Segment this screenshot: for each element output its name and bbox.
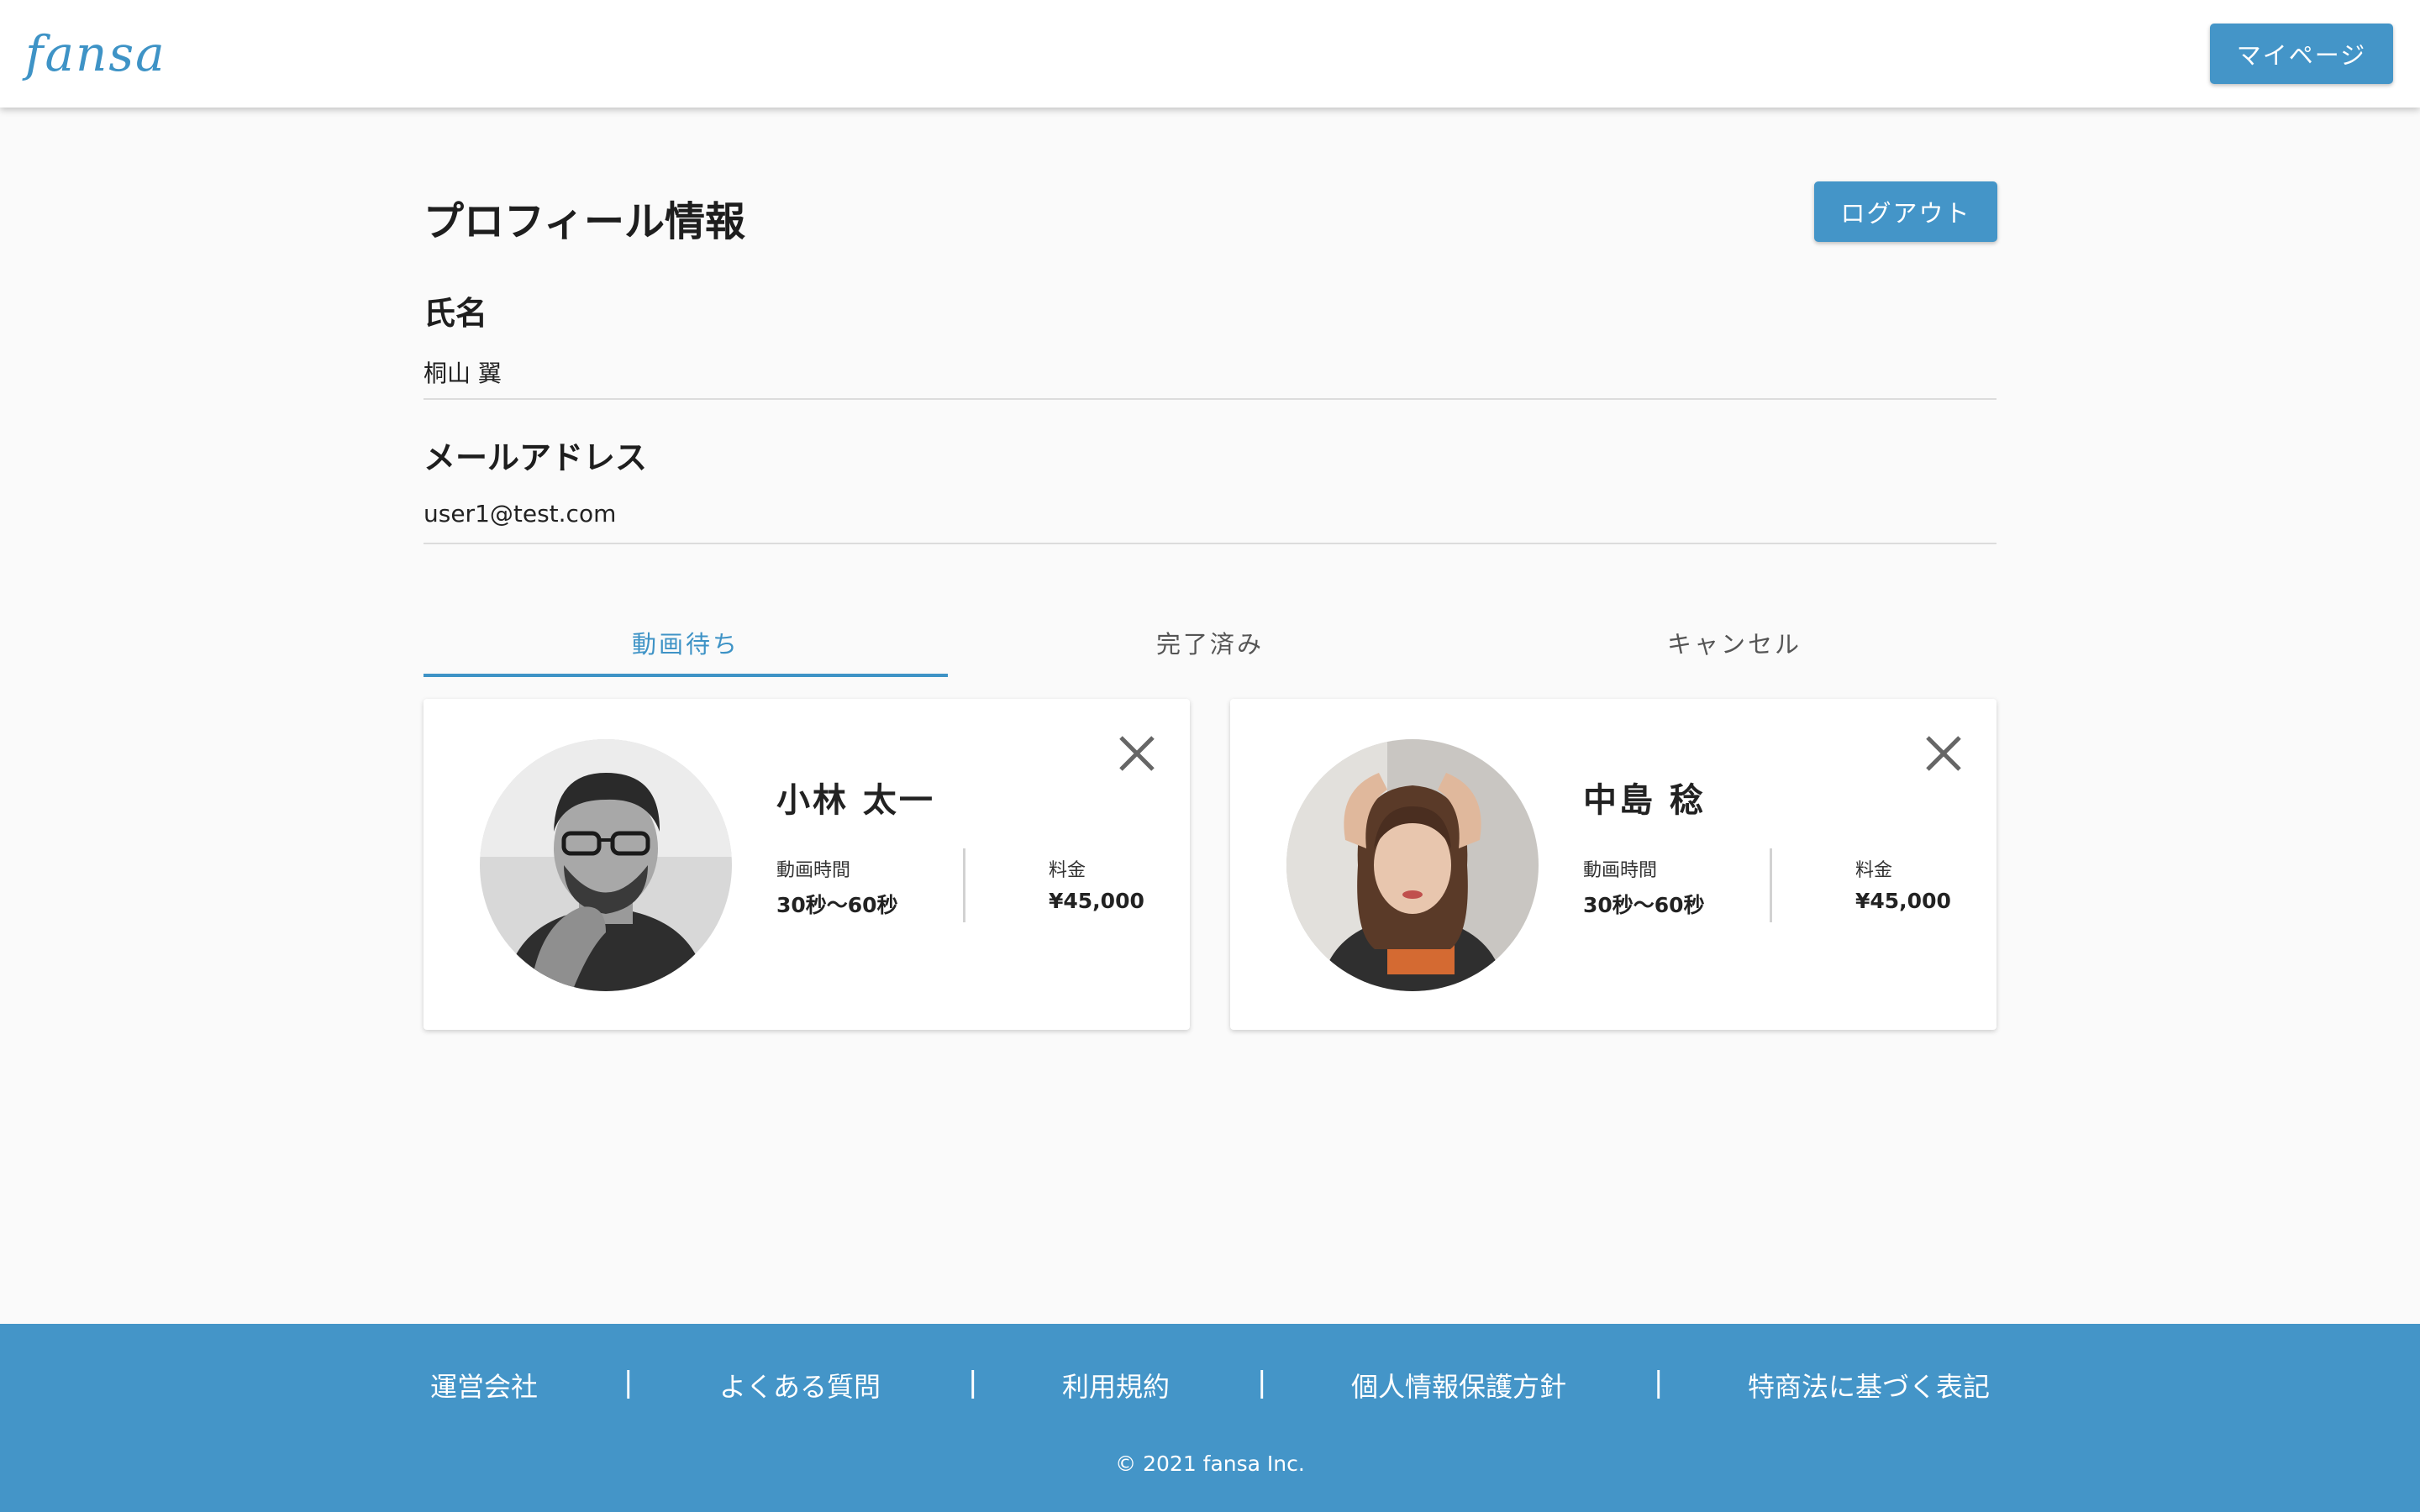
- footer-separator: |: [1257, 1366, 1267, 1399]
- duration-value: 30秒〜60秒: [1583, 893, 1705, 917]
- footer-link-company[interactable]: 運営会社: [430, 1366, 538, 1404]
- tab-completed[interactable]: 完了済み: [948, 593, 1472, 677]
- email-label: メールアドレス: [424, 439, 648, 476]
- duration-label: 動画時間: [776, 860, 851, 881]
- name-value: 桐山 翼: [424, 360, 502, 387]
- avatar-photo-woman: [1286, 739, 1539, 991]
- footer-link-faq[interactable]: よくある質問: [719, 1366, 881, 1404]
- tab-cancelled[interactable]: キャンセル: [1472, 593, 1996, 677]
- app-header: fansa マイページ: [0, 0, 2420, 108]
- footer-separator: |: [1654, 1366, 1664, 1399]
- close-icon[interactable]: [1919, 729, 1968, 778]
- site-footer: 運営会社 | よくある質問 | 利用規約 | 個人情報保護方針 | 特商法に基づ…: [0, 1324, 2420, 1512]
- request-card[interactable]: 中島 稔 動画時間 30秒〜60秒 料金 ¥45,000: [1230, 699, 1996, 1030]
- footer-link-privacy[interactable]: 個人情報保護方針: [1351, 1366, 1566, 1404]
- avatar-photo-man: [480, 739, 732, 991]
- price-label: 料金: [1855, 860, 1893, 881]
- footer-separator: |: [623, 1366, 634, 1399]
- stat-divider: [1770, 848, 1772, 922]
- mypage-button[interactable]: マイページ: [2210, 24, 2393, 84]
- footer-link-commerce-law[interactable]: 特商法に基づく表記: [1748, 1366, 1990, 1404]
- request-status-tabs: 動画待ち 完了済み キャンセル: [424, 593, 1996, 677]
- price-label: 料金: [1049, 860, 1086, 881]
- price-value: ¥45,000: [1855, 889, 1951, 913]
- email-field: メールアドレス user1@test.com: [424, 432, 1996, 544]
- footer-link-terms[interactable]: 利用規約: [1062, 1366, 1170, 1404]
- logout-button[interactable]: ログアウト: [1814, 181, 1997, 242]
- fansa-logo[interactable]: fansa: [25, 25, 166, 82]
- creator-name: 小林 太一: [776, 781, 935, 820]
- tab-pending[interactable]: 動画待ち: [424, 593, 948, 677]
- duration-value: 30秒〜60秒: [776, 893, 898, 917]
- request-card[interactable]: 小林 太一 動画時間 30秒〜60秒 料金 ¥45,000: [424, 699, 1190, 1030]
- price-value: ¥45,000: [1049, 889, 1144, 913]
- email-value: user1@test.com: [424, 500, 617, 528]
- name-label: 氏名: [424, 295, 488, 332]
- avatar: [1286, 739, 1539, 991]
- copyright: © 2021 fansa Inc.: [1115, 1452, 1305, 1476]
- duration-label: 動画時間: [1583, 860, 1658, 881]
- close-icon[interactable]: [1113, 729, 1161, 778]
- page-title: プロフィール情報: [424, 198, 746, 245]
- stat-divider: [963, 848, 965, 922]
- footer-separator: |: [968, 1366, 978, 1399]
- name-field: 氏名 桐山 翼: [424, 287, 1996, 400]
- avatar: [480, 739, 732, 991]
- creator-name: 中島 稔: [1583, 781, 1706, 820]
